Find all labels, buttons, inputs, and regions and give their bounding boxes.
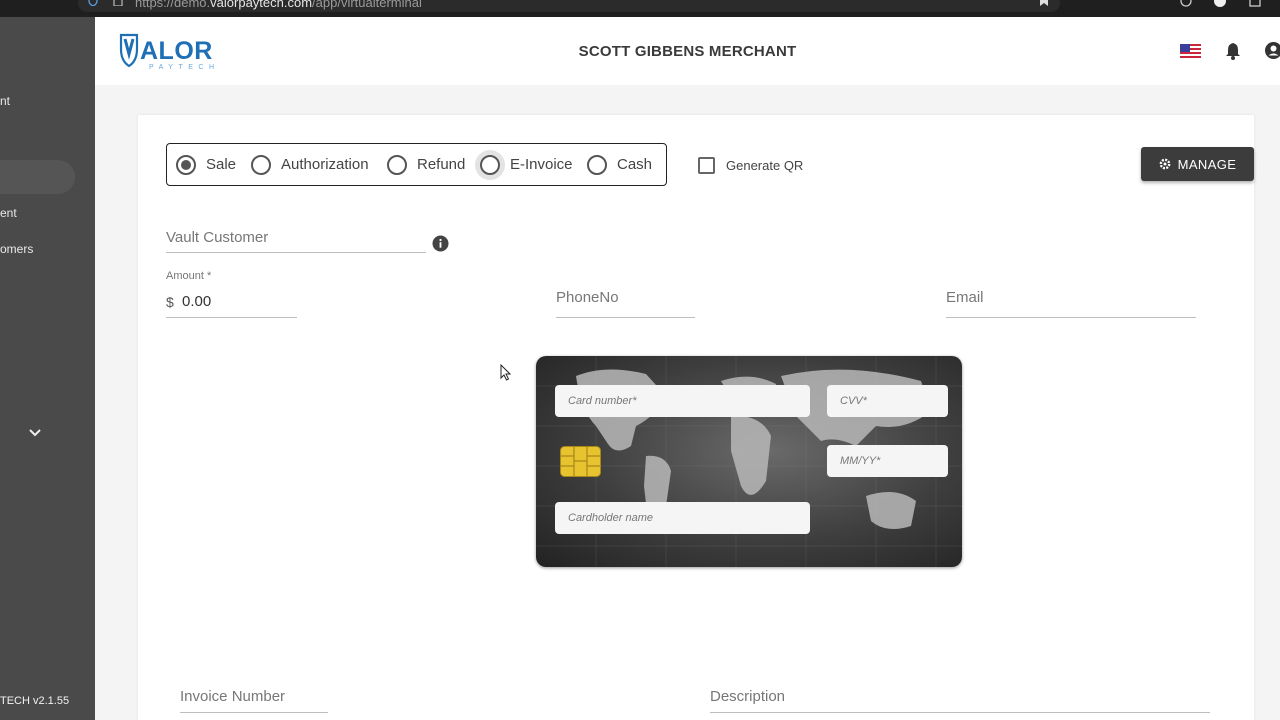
vault-customer-field[interactable]: Vault Customer xyxy=(166,225,426,253)
app-version: TECH v2.1.55 xyxy=(0,695,70,707)
radio-e-invoice[interactable]: E-Invoice xyxy=(480,144,573,185)
radio-authorization-label[interactable]: Authorization xyxy=(281,156,369,173)
notification-bell-icon[interactable] xyxy=(1225,42,1241,60)
amount-field[interactable]: $ xyxy=(166,287,297,318)
phone-field[interactable]: PhoneNo xyxy=(556,285,695,318)
radio-authorization-circle[interactable] xyxy=(251,154,271,175)
extensions-icon[interactable] xyxy=(1249,0,1261,7)
radio-e-invoice-label[interactable]: E-Invoice xyxy=(510,156,573,173)
radio-cash-circle[interactable] xyxy=(587,154,607,175)
cvv-input[interactable] xyxy=(827,385,948,417)
profile-icon[interactable] xyxy=(1214,0,1226,7)
invoice-number-field[interactable]: Invoice Number xyxy=(180,675,328,713)
radio-cash-label[interactable]: Cash xyxy=(617,156,652,173)
chevron-down-icon[interactable] xyxy=(28,428,42,438)
description-field[interactable]: Description xyxy=(710,675,1210,713)
sidebar-item-customers[interactable]: omers xyxy=(0,242,33,256)
radio-sale[interactable]: Sale xyxy=(176,144,236,185)
bookmark-icon[interactable] xyxy=(1038,0,1050,6)
manage-button-label: MANAGE xyxy=(1177,156,1237,172)
amount-label: Amount * xyxy=(166,270,212,282)
amount-input[interactable] xyxy=(182,293,292,310)
vault-customer-placeholder: Vault Customer xyxy=(166,229,269,246)
virtual-terminal-panel: Sale Authorization Refund E-Invoice Cash… xyxy=(138,115,1254,720)
description-placeholder: Description xyxy=(710,688,786,705)
credit-card-form xyxy=(536,356,962,567)
transaction-type-group: Sale Authorization Refund E-Invoice Cash xyxy=(166,143,667,186)
url-text[interactable]: https://demo.valorpaytech.com/app/virtua… xyxy=(135,0,422,10)
phone-placeholder: PhoneNo xyxy=(556,289,619,306)
svg-text:PAYTECH: PAYTECH xyxy=(149,64,220,71)
radio-e-invoice-circle[interactable] xyxy=(480,154,500,175)
generate-qr-option[interactable]: Generate QR xyxy=(698,157,803,174)
card-chip-icon xyxy=(560,446,601,477)
sidebar-item-active[interactable] xyxy=(0,160,75,194)
email-placeholder: Email xyxy=(946,289,984,306)
radio-refund[interactable]: Refund xyxy=(387,144,465,185)
radio-refund-circle[interactable] xyxy=(387,154,407,175)
merchant-name: SCOTT GIBBENS MERCHANT xyxy=(578,43,797,60)
radio-sale-circle[interactable] xyxy=(176,154,196,175)
us-flag-icon[interactable] xyxy=(1180,44,1201,59)
browser-toolbar: https://demo.valorpaytech.com/app/virtua… xyxy=(0,0,1280,17)
sidebar-item-1[interactable]: nt xyxy=(0,94,10,108)
lock-icon[interactable] xyxy=(112,0,124,6)
account-circle-icon[interactable] xyxy=(1265,42,1280,59)
cardholder-name-input[interactable] xyxy=(555,502,810,534)
sidebar-item-2[interactable]: ent xyxy=(0,206,17,220)
card-number-input[interactable] xyxy=(555,385,810,417)
radio-cash[interactable]: Cash xyxy=(587,144,652,185)
mouse-cursor-icon xyxy=(500,364,511,381)
expiry-input[interactable] xyxy=(827,445,948,477)
info-icon[interactable] xyxy=(432,235,449,252)
email-field[interactable]: Email xyxy=(946,285,1196,318)
history-icon[interactable] xyxy=(1180,0,1192,7)
radio-authorization[interactable]: Authorization xyxy=(251,144,369,185)
radio-refund-label[interactable]: Refund xyxy=(417,156,465,173)
shield-icon xyxy=(88,0,98,6)
manage-button[interactable]: MANAGE xyxy=(1141,147,1254,181)
radio-sale-label[interactable]: Sale xyxy=(206,156,236,173)
currency-symbol: $ xyxy=(166,294,174,310)
generate-qr-checkbox[interactable] xyxy=(698,157,715,174)
generate-qr-label[interactable]: Generate QR xyxy=(726,158,803,173)
sidebar: nt ent omers TECH v2.1.55 xyxy=(0,17,95,720)
invoice-number-placeholder: Invoice Number xyxy=(180,688,286,705)
app-header: ALOR PAYTECH SCOTT GIBBENS MERCHANT xyxy=(95,17,1280,85)
gear-icon xyxy=(1159,158,1171,170)
